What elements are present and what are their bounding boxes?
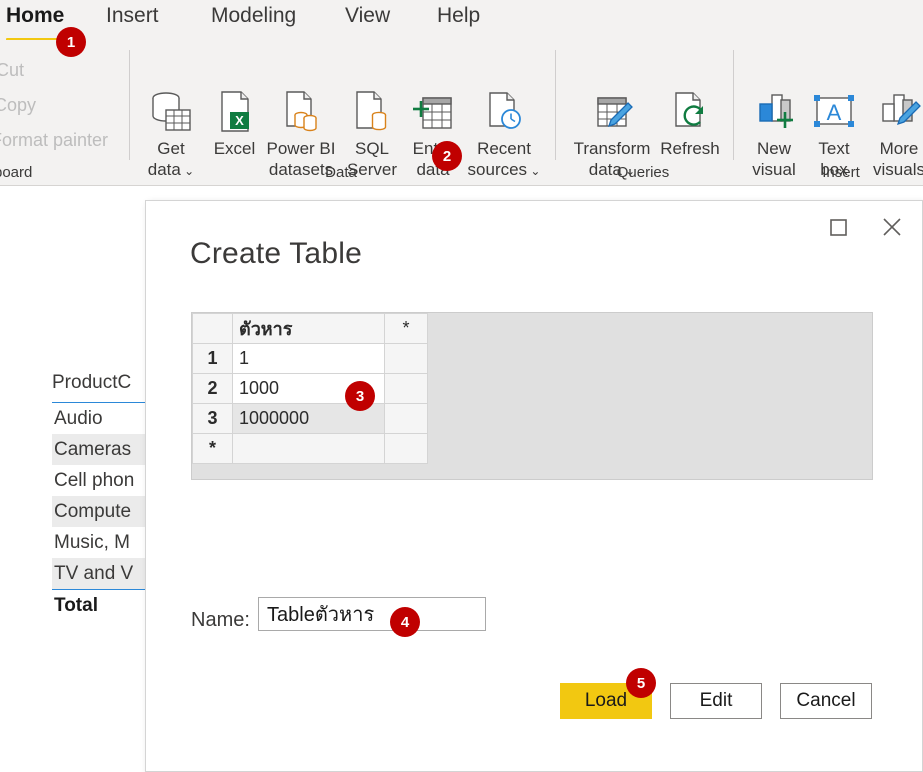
app-root: Home Insert Modeling View Help Cut Copy … xyxy=(0,0,923,772)
recent-sources-label-2: sources xyxy=(467,160,528,179)
group-label-queries: Queries xyxy=(616,164,670,181)
grid-cell-value[interactable]: 1 xyxy=(232,343,385,374)
grid-row-index: 3 xyxy=(192,403,233,434)
step-badge-3: 3 xyxy=(345,381,375,411)
maximize-icon xyxy=(830,219,847,236)
get-data-icon xyxy=(148,90,194,134)
grid-column-header[interactable]: ตัวหาร xyxy=(232,313,385,344)
name-label: Name: xyxy=(191,609,250,631)
close-icon xyxy=(883,218,901,236)
tab-view[interactable]: View xyxy=(345,4,390,28)
excel-button[interactable]: X Excel xyxy=(207,90,262,159)
grid-new-row[interactable]: * xyxy=(192,433,428,464)
chevron-down-icon[interactable]: ⌄ xyxy=(527,164,540,178)
grid-new-row-indicator: * xyxy=(192,433,233,464)
ribbon-tab-bar: Home Insert Modeling View Help xyxy=(0,0,923,40)
group-separator-data-queries xyxy=(555,50,556,160)
chevron-down-icon[interactable]: ⌄ xyxy=(181,164,194,178)
refresh-button[interactable]: Refresh xyxy=(655,90,725,159)
grid-header-row: ตัวหาร * xyxy=(192,313,428,344)
table-row[interactable]: 2 1000 xyxy=(192,373,428,404)
table-row[interactable]: 3 1000000 xyxy=(192,403,428,434)
get-data-label-2: data xyxy=(147,160,181,179)
refresh-label: Refresh xyxy=(660,139,720,158)
transform-data-label-1: Transform xyxy=(573,139,651,158)
tab-home[interactable]: Home xyxy=(6,4,64,28)
svg-text:A: A xyxy=(827,100,842,125)
ribbon-body: Cut Copy Format painter board Get data ⌄ xyxy=(0,40,923,186)
data-entry-grid-panel[interactable]: ตัวหาร * 1 1 2 1000 3 1000000 * xyxy=(191,312,873,480)
get-data-button[interactable]: Get data ⌄ xyxy=(135,90,207,182)
transform-data-icon xyxy=(590,90,634,134)
new-visual-icon xyxy=(752,90,796,134)
grid-new-row-cell[interactable] xyxy=(232,433,385,464)
tab-insert[interactable]: Insert xyxy=(106,4,159,28)
recent-sources-button[interactable]: Recent sources ⌄ xyxy=(464,90,544,182)
group-label-insert: Insert xyxy=(822,164,860,181)
grid-row-index: 2 xyxy=(192,373,233,404)
grid-row-end-cell[interactable] xyxy=(384,343,428,374)
step-badge-5: 5 xyxy=(626,668,656,698)
cancel-button[interactable]: Cancel xyxy=(780,683,872,719)
edit-button[interactable]: Edit xyxy=(670,683,762,719)
more-visuals-icon xyxy=(876,90,922,134)
group-separator-queries-insert xyxy=(733,50,734,160)
clipboard-copy[interactable]: Copy xyxy=(0,95,36,116)
excel-label: Excel xyxy=(213,139,256,158)
sql-server-label-1: SQL xyxy=(354,139,390,158)
table-name-input[interactable] xyxy=(258,597,486,631)
group-label-clipboard: board xyxy=(0,164,33,181)
tab-help[interactable]: Help xyxy=(437,4,480,28)
new-visual-label-1: New xyxy=(756,139,791,158)
step-badge-2: 2 xyxy=(432,141,462,171)
clipboard-format-painter[interactable]: Format painter xyxy=(0,130,108,151)
step-badge-1: 1 xyxy=(56,27,86,57)
data-entry-grid[interactable]: ตัวหาร * 1 1 2 1000 3 1000000 * xyxy=(192,313,428,464)
text-box-icon: A xyxy=(810,90,858,134)
step-badge-4: 4 xyxy=(390,607,420,637)
sql-server-icon xyxy=(352,90,392,134)
grid-row-end-cell[interactable] xyxy=(384,403,428,434)
grid-row-index: 1 xyxy=(192,343,233,374)
maximize-button[interactable] xyxy=(816,209,860,245)
more-visuals-label-1: More xyxy=(879,139,919,158)
tab-modeling[interactable]: Modeling xyxy=(211,4,296,28)
table-row[interactable]: 1 1 xyxy=(192,343,428,374)
grid-row-end-cell[interactable] xyxy=(384,373,428,404)
dialog-title: Create Table xyxy=(190,237,362,270)
group-label-data: Data xyxy=(325,164,357,181)
grid-corner-header xyxy=(192,313,233,344)
clipboard-cut[interactable]: Cut xyxy=(0,60,24,81)
grid-new-row-end-cell[interactable] xyxy=(384,433,428,464)
text-box-label-1: Text xyxy=(818,139,850,158)
group-separator-clipboard-data xyxy=(129,50,130,160)
recent-sources-label-1: Recent xyxy=(477,139,531,158)
svg-text:X: X xyxy=(235,113,244,128)
get-data-label-1: Get xyxy=(157,139,185,158)
powerbi-datasets-icon xyxy=(281,90,321,134)
powerbi-datasets-label-1: Power BI xyxy=(266,139,336,158)
refresh-icon xyxy=(670,90,710,134)
recent-sources-icon xyxy=(484,90,524,134)
close-button[interactable] xyxy=(870,209,914,245)
create-table-dialog: Create Table ตัวหาร * 1 1 2 1000 3 10000… xyxy=(145,200,923,772)
excel-icon: X xyxy=(217,90,253,134)
grid-new-column-header[interactable]: * xyxy=(384,313,428,344)
enter-data-icon xyxy=(411,90,455,134)
